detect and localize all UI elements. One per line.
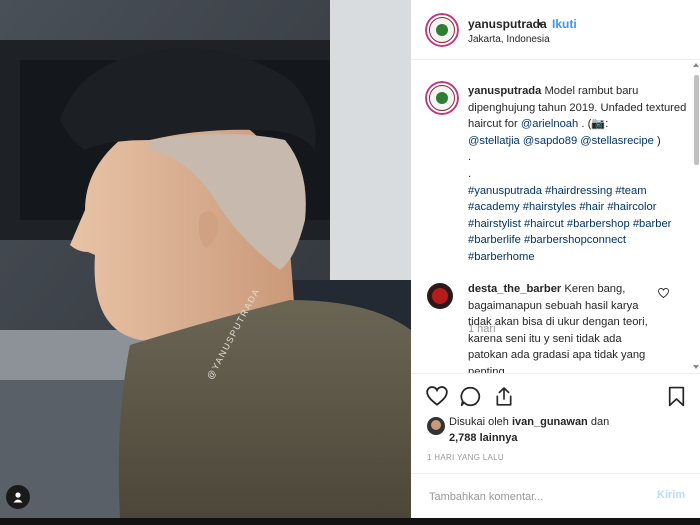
bottom-edge [0,518,700,525]
post-photo[interactable]: @YANUSPUTRADA [0,0,411,518]
hashtag-link[interactable]: #hairdressing [545,185,612,197]
caption-text: . (📷: [578,118,609,131]
comment-input[interactable] [427,486,631,508]
hashtag-link[interactable]: #yanusputrada [468,185,542,197]
hashtag-link[interactable]: #barber [633,218,672,230]
caption-username[interactable]: yanusputrada [468,85,541,97]
comment-like-heart-icon[interactable] [658,288,669,298]
post-location[interactable]: Jakarta, Indonesia [468,34,550,45]
follow-button[interactable]: Ikuti [552,17,577,31]
commenter-username[interactable]: desta_the_barber [468,283,561,295]
hashtag-link[interactable]: #barbershop [567,218,630,230]
mention-link[interactable]: @stellatjia [468,135,520,147]
caption-author-avatar[interactable] [425,81,459,115]
liker-username[interactable]: ivan_gunawan [512,416,588,428]
instagram-post-modal: @YANUSPUTRADA yanusputrada • Ikuti Jakar… [0,0,700,525]
comments-scrollbar[interactable] [692,61,700,373]
mention-link[interactable]: @sapdo89 [523,135,577,147]
send-button[interactable]: Kirim [657,489,685,501]
comments-area[interactable]: yanusputrada Model rambut baru dipenghuj… [411,61,691,373]
mention-link[interactable]: @stellasrecipe [580,135,654,147]
comment-text: Keren bang, bagaimanapun sebuah hasil ka… [468,283,648,373]
hashtag-link[interactable]: #hair [579,201,604,213]
commenter-avatar[interactable] [427,283,453,309]
post-caption: yanusputrada Model rambut baru dipenghuj… [468,83,690,266]
hashtag-link[interactable]: #hairstylist [468,218,521,230]
hashtag-list: #yanusputrada #hairdressing #team #acade… [468,185,671,263]
likes-prefix: Disukai oleh [449,416,512,428]
mention-link[interactable]: @arielnoah [521,118,578,130]
hashtag-link[interactable]: #haircut [524,218,564,230]
comment-icon[interactable] [460,386,481,407]
hashtag-link[interactable]: #hairstyles [523,201,576,213]
hashtag-link[interactable]: #barbershopconnect [524,234,626,246]
liker-avatar[interactable] [427,417,445,435]
author-avatar[interactable] [425,13,459,47]
hashtag-link[interactable]: #haircolor [607,201,656,213]
caption-dot: . [468,151,472,164]
action-bar [411,373,700,413]
post-header: yanusputrada • Ikuti Jakarta, Indonesia [411,0,700,60]
hashtag-link[interactable]: #barberhome [468,251,535,263]
posted-time[interactable]: 1 HARI YANG LALU [427,453,504,462]
likes-count[interactable]: 2,788 [449,432,477,444]
likes-text: Disukai oleh ivan_gunawan dan 2,788 lain… [449,414,649,446]
haircut-photo-illustration: @YANUSPUTRADA [0,0,411,518]
hashtag-link[interactable]: #team [615,185,646,197]
caption-dot: . [468,167,472,180]
caption-text: ) [653,134,661,147]
comment-item: desta_the_barber Keren bang, bagaimanapu… [468,281,664,373]
heart-icon[interactable] [426,386,448,406]
hashtag-link[interactable]: #academy [468,201,520,213]
bookmark-icon[interactable] [668,386,685,407]
likes-count-suffix[interactable]: lainnya [477,432,518,444]
user-tag-icon[interactable] [6,485,30,509]
header-separator: • [538,17,543,31]
likes-suffix: dan [587,416,610,428]
hashtag-link[interactable]: #barberlife [468,234,521,246]
post-details-panel: yanusputrada • Ikuti Jakarta, Indonesia … [411,0,700,518]
share-icon[interactable] [494,386,514,407]
add-comment-bar: Kirim [411,473,700,518]
author-username[interactable]: yanusputrada [468,17,547,31]
